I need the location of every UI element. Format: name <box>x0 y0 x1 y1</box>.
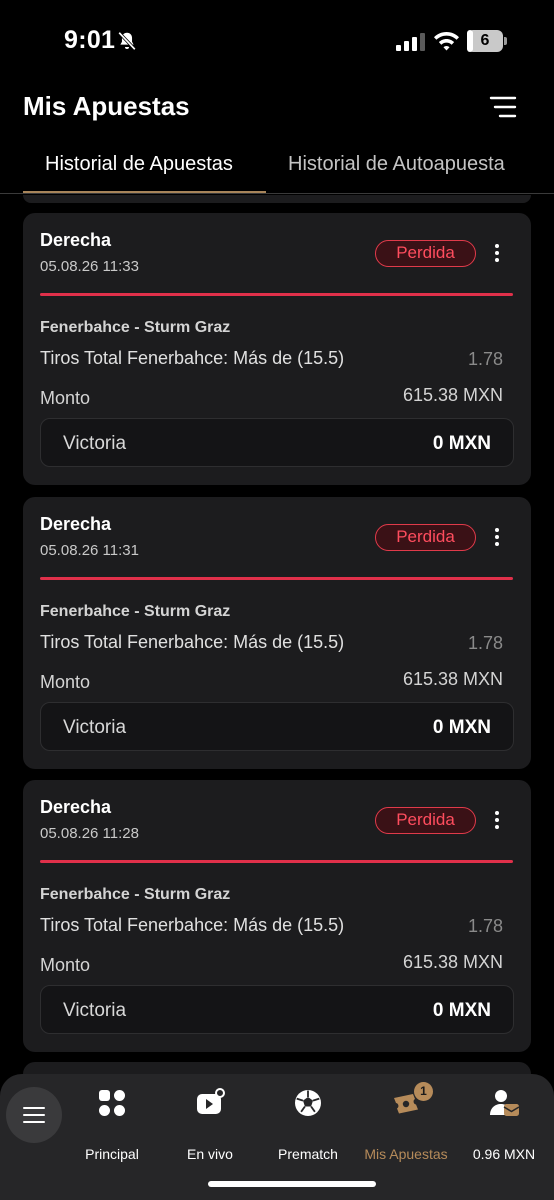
active-tab-indicator <box>23 191 266 193</box>
nav-label: Principal <box>85 1146 139 1162</box>
win-summary: Victoria 0 MXN <box>40 418 514 467</box>
status-badge: Perdida <box>375 240 476 267</box>
soccer-ball-icon <box>295 1090 321 1116</box>
amount-label: Monto <box>40 955 91 975</box>
nav-label: Prematch <box>278 1146 338 1162</box>
notification-badge: 1 <box>414 1082 433 1101</box>
nav-label: 0.96 MXN <box>472 1146 536 1162</box>
nav-item-prematch[interactable]: Prematch <box>258 1086 358 1162</box>
nav-item-en-vivo[interactable]: En vivo <box>160 1086 260 1162</box>
bet-card[interactable]: Derecha 05.08.26 11:31 Perdida Fenerbahc… <box>23 497 531 769</box>
bet-card[interactable]: Derecha 05.08.26 11:28 Perdida Fenerbahc… <box>23 780 531 1052</box>
live-tv-icon <box>197 1088 225 1114</box>
bet-market: Tiros Total Fenerbahce: Más de (15.5) <box>40 348 345 368</box>
bet-odds: 1.78 <box>467 349 503 369</box>
amount-label: Monto <box>40 388 91 408</box>
lost-status-divider <box>40 293 513 296</box>
bet-title: Derecha <box>40 514 112 534</box>
bet-market: Tiros Total Fenerbahce: Más de (15.5) <box>40 632 345 652</box>
status-badge: Perdida <box>375 524 476 551</box>
bet-match: Fenerbahce - Sturm Graz <box>40 603 231 620</box>
more-options-icon[interactable] <box>489 241 505 267</box>
amount-label: Monto <box>40 672 91 692</box>
bet-odds: 1.78 <box>467 916 503 936</box>
win-label: Victoria <box>63 433 127 454</box>
tab-bar: Historial de Apuestas Historial de Autoa… <box>0 140 554 194</box>
status-badge: Perdida <box>375 807 476 834</box>
hamburger-menu-button[interactable] <box>6 1087 62 1143</box>
nav-item-account[interactable]: 0.96 MXN <box>454 1086 554 1162</box>
amount-value: 615.38 MXN <box>402 669 503 689</box>
bet-market: Tiros Total Fenerbahce: Más de (15.5) <box>40 915 345 935</box>
nav-item-mis-apuestas[interactable]: 1 Mis Apuestas <box>356 1082 456 1162</box>
grid-icon <box>99 1090 125 1116</box>
lost-status-divider <box>40 860 513 863</box>
account-wallet-icon <box>490 1090 520 1116</box>
win-label: Victoria <box>63 1000 127 1021</box>
page-title: Mis Apuestas <box>23 91 190 121</box>
amount-value: 615.38 MXN <box>402 385 503 405</box>
win-label: Victoria <box>63 717 127 738</box>
bet-date: 05.08.26 11:28 <box>40 825 139 842</box>
win-value: 0 MXN <box>432 433 491 454</box>
nav-label: Mis Apuestas <box>364 1146 448 1162</box>
bet-match: Fenerbahce - Sturm Graz <box>40 886 231 903</box>
bet-title: Derecha <box>40 230 112 250</box>
nav-label: En vivo <box>187 1146 233 1162</box>
status-bar: 9:01 6 <box>0 0 554 80</box>
nav-item-principal[interactable]: Principal <box>62 1086 162 1162</box>
win-summary: Victoria 0 MXN <box>40 985 514 1034</box>
bet-card[interactable]: Derecha 05.08.26 11:33 Perdida Fenerbahc… <box>23 213 531 485</box>
filter-icon[interactable] <box>488 94 518 120</box>
amount-value: 615.38 MXN <box>402 952 503 972</box>
more-options-icon[interactable] <box>489 808 505 834</box>
battery-level: 6 <box>480 32 490 49</box>
bet-odds: 1.78 <box>467 633 503 653</box>
win-value: 0 MXN <box>432 1000 491 1021</box>
more-options-icon[interactable] <box>489 525 505 551</box>
bet-date: 05.08.26 11:33 <box>40 258 139 275</box>
wifi-icon <box>434 32 459 51</box>
bet-title: Derecha <box>40 797 112 817</box>
status-time: 9:01 <box>64 26 116 54</box>
previous-bet-card-edge <box>23 195 531 203</box>
bell-muted-icon <box>118 31 136 51</box>
cellular-signal-icon <box>396 33 425 51</box>
win-value: 0 MXN <box>432 717 491 738</box>
home-indicator <box>208 1181 376 1187</box>
tab-historial-autoapuesta[interactable]: Historial de Autoapuesta <box>288 153 505 176</box>
bet-date: 05.08.26 11:31 <box>40 542 139 559</box>
battery-cap <box>504 37 507 45</box>
bet-match: Fenerbahce - Sturm Graz <box>40 319 231 336</box>
win-summary: Victoria 0 MXN <box>40 702 514 751</box>
lost-status-divider <box>40 577 513 580</box>
tab-historial-apuestas[interactable]: Historial de Apuestas <box>45 153 233 176</box>
battery-indicator: 6 <box>467 30 507 52</box>
